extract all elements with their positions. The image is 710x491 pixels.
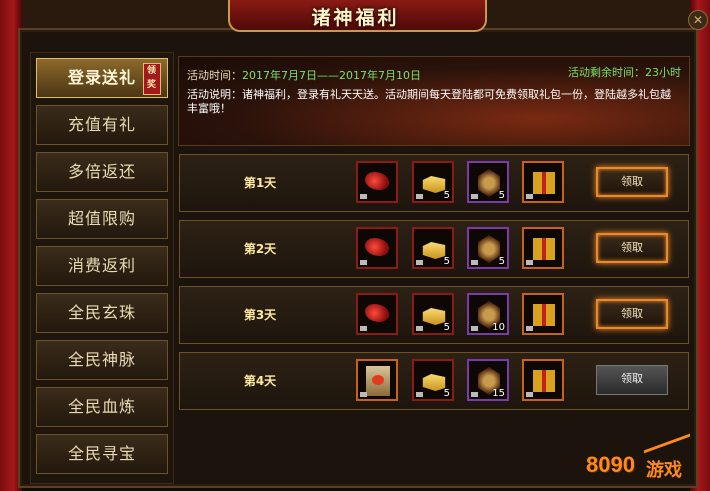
claim-button[interactable]: 领取 (596, 233, 668, 263)
reward-row-day4: 第4天 5 15 领取 (179, 352, 689, 410)
sidebar-item-label: 消费返利 (67, 256, 136, 275)
remaining-time: 活动剩余时间：23小时 (568, 66, 681, 79)
scroll-book-icon (366, 366, 390, 396)
reward-slot[interactable] (522, 359, 564, 401)
item-count: 15 (492, 388, 505, 399)
item-count: 5 (443, 388, 450, 399)
reward-row-day3: 第3天 5 10 领取 (179, 286, 689, 344)
sidebar-item-login-gift[interactable]: 登录送礼 领奖 (36, 58, 168, 98)
bound-mark-icon (526, 260, 533, 265)
bound-mark-icon (416, 392, 423, 397)
bound-mark-icon (416, 326, 423, 331)
reward-slot[interactable] (522, 293, 564, 335)
claim-button[interactable]: 领取 (596, 167, 668, 197)
watermark-text: 游戏 (646, 460, 682, 480)
reward-slot[interactable] (522, 227, 564, 269)
activity-sidebar: 登录送礼 领奖 充值有礼 多倍返还 超值限购 消费返利 全民玄珠 全民神脉 全民… (30, 52, 174, 484)
reward-slot[interactable] (356, 161, 398, 203)
item-count: 5 (498, 190, 505, 201)
mount-icon (365, 304, 389, 322)
gift-box-icon (533, 238, 555, 260)
bound-mark-icon (416, 194, 423, 199)
reward-slot[interactable]: 5 (412, 161, 454, 203)
sidebar-item-label: 登录送礼 (67, 68, 136, 87)
bound-mark-icon (360, 392, 367, 397)
bound-mark-icon (471, 326, 478, 331)
sidebar-item-label: 全民血炼 (67, 397, 136, 416)
gift-box-icon (533, 304, 555, 326)
sidebar-item-pearl[interactable]: 全民玄珠 (36, 293, 168, 333)
reward-slot[interactable] (522, 161, 564, 203)
bound-mark-icon (526, 326, 533, 331)
bound-mark-icon (471, 392, 478, 397)
day-label: 第4天 (243, 374, 277, 388)
close-button[interactable]: ✕ (688, 10, 708, 30)
claim-button[interactable]: 领取 (596, 365, 668, 395)
bound-mark-icon (471, 194, 478, 199)
reward-slot[interactable]: 5 (467, 227, 509, 269)
bound-mark-icon (416, 260, 423, 265)
reward-slot[interactable]: 5 (412, 293, 454, 335)
activity-info-banner: 活动时间：2017年7月7日——2017年7月10日 活动剩余时间：23小时 活… (178, 56, 690, 146)
sidebar-item-label: 充值有礼 (67, 115, 136, 134)
bound-mark-icon (360, 260, 367, 265)
activity-description: 活动说明：诸神福利，登录有礼天天送。活动期间每天登陆都可免费领取礼包一份，登陆越… (187, 88, 671, 115)
bound-mark-icon (360, 194, 367, 199)
day-label: 第3天 (243, 308, 277, 322)
sidebar-item-consume-rebate[interactable]: 消费返利 (36, 246, 168, 286)
claim-badge: 领奖 (143, 63, 161, 95)
mount-icon (365, 238, 389, 256)
sidebar-item-label: 多倍返还 (67, 162, 136, 181)
reward-slot[interactable] (356, 293, 398, 335)
sidebar-item-god-vein[interactable]: 全民神脉 (36, 340, 168, 380)
item-count: 5 (443, 256, 450, 267)
sidebar-item-label: 超值限购 (67, 209, 136, 228)
reward-slot[interactable]: 10 (467, 293, 509, 335)
gift-box-icon (533, 370, 555, 392)
item-count: 5 (443, 322, 450, 333)
sidebar-item-multi-return[interactable]: 多倍返还 (36, 152, 168, 192)
item-count: 5 (498, 256, 505, 267)
mount-icon (365, 172, 389, 190)
reward-slot[interactable] (356, 227, 398, 269)
activity-time: 活动时间：2017年7月7日——2017年7月10日 (187, 67, 421, 83)
reward-row-day1: 第1天 5 5 领取 (179, 154, 689, 212)
sidebar-item-limited-purchase[interactable]: 超值限购 (36, 199, 168, 239)
reward-row-day2: 第2天 5 5 领取 (179, 220, 689, 278)
reward-slot[interactable]: 15 (467, 359, 509, 401)
activity-time-label: 活动时间： (187, 69, 242, 82)
reward-slot[interactable]: 5 (412, 227, 454, 269)
bound-mark-icon (526, 392, 533, 397)
item-count: 10 (492, 322, 505, 333)
sidebar-item-label: 全民神脉 (67, 350, 136, 369)
sidebar-item-treasure-hunt[interactable]: 全民寻宝 (36, 434, 168, 474)
gift-box-icon (533, 172, 555, 194)
activity-time-value: 2017年7月7日——2017年7月10日 (242, 69, 421, 82)
day-label: 第2天 (243, 242, 277, 256)
sidebar-item-label: 全民玄珠 (67, 303, 136, 322)
sidebar-item-label: 全民寻宝 (67, 444, 136, 463)
site-watermark-logo: 8090 游戏 (584, 433, 700, 484)
medal-icon (478, 169, 500, 197)
sidebar-item-blood-refine[interactable]: 全民血炼 (36, 387, 168, 427)
claim-button[interactable]: 领取 (596, 299, 668, 329)
window-title: 诸神福利 (311, 7, 400, 29)
medal-icon (478, 235, 500, 263)
bound-mark-icon (471, 260, 478, 265)
watermark-number: 8090 (586, 452, 635, 477)
bound-mark-icon (360, 326, 367, 331)
reward-slot[interactable] (356, 359, 398, 401)
bound-mark-icon (526, 194, 533, 199)
reward-slot[interactable]: 5 (412, 359, 454, 401)
sidebar-item-recharge-gift[interactable]: 充值有礼 (36, 105, 168, 145)
day-label: 第1天 (243, 176, 277, 190)
item-count: 5 (443, 190, 450, 201)
reward-slot[interactable]: 5 (467, 161, 509, 203)
